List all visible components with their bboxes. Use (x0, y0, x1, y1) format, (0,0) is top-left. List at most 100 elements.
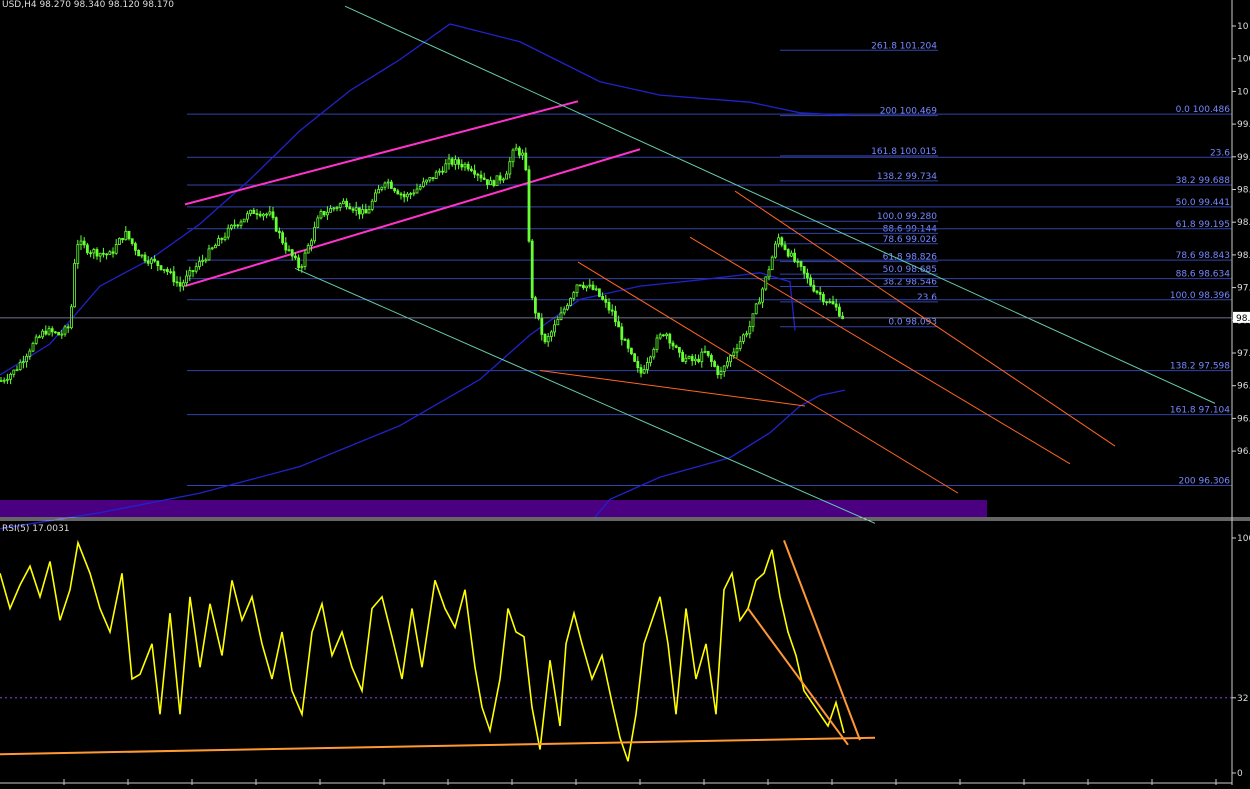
candle-body (21, 361, 25, 364)
candle-body (585, 285, 588, 289)
candle-body (102, 252, 105, 255)
candle-body (149, 258, 153, 264)
candle-body (281, 232, 285, 244)
current-price-label: 98. (1236, 314, 1250, 324)
candle-body (822, 293, 825, 303)
candle-body (655, 337, 659, 350)
candle-body (572, 292, 576, 299)
fib-left-label: 138.2 99.734 (877, 172, 937, 182)
fib-right-label: 161.8 97.104 (1170, 406, 1230, 416)
fib-left-label: 61.8 98.826 (883, 253, 938, 263)
candle-body (598, 288, 601, 297)
candle-body (764, 276, 768, 290)
price-tick-label: 98. (1237, 186, 1250, 196)
price-tick-label: 97. (1237, 284, 1250, 294)
candle-body (197, 261, 201, 267)
candle-body (159, 265, 163, 270)
candle-body (306, 245, 310, 254)
candle-body (239, 221, 243, 226)
price-tick-label: 99. (1237, 153, 1250, 163)
main-chart-title: USD,H4 98.270 98.340 98.120 98.170 (2, 0, 174, 10)
candle-body (482, 177, 486, 180)
candle-body (575, 284, 579, 294)
candle-body (444, 163, 448, 173)
candle-body (300, 266, 304, 268)
candle-body (780, 237, 784, 246)
candle-body (169, 271, 173, 274)
candle-body (649, 356, 652, 363)
candle-body (396, 190, 400, 195)
candle-body (646, 362, 649, 370)
candle-body (271, 211, 275, 219)
candle-body (284, 242, 288, 251)
price-tick-label: 96. (1237, 447, 1250, 457)
candle-body (89, 252, 92, 255)
candle-body (719, 371, 723, 375)
candle-body (322, 210, 326, 216)
candle-body (690, 356, 694, 362)
candle-body (309, 240, 313, 246)
candle-body (716, 365, 720, 375)
candle-body (783, 244, 787, 250)
candle-body (412, 192, 416, 195)
rsi-tick-label: 32 (1237, 694, 1248, 704)
candle-body (325, 211, 329, 216)
candle-body (348, 206, 352, 210)
candle-body (258, 213, 262, 217)
candle-body (729, 355, 732, 363)
candle-body (457, 159, 461, 165)
candle-body (47, 328, 51, 335)
candle-body (329, 208, 333, 213)
candle-body (393, 188, 397, 192)
candle-body (553, 324, 556, 333)
candle-body (415, 188, 419, 194)
candle-body (674, 345, 678, 348)
candle-body (825, 301, 828, 304)
candle-body (316, 217, 320, 228)
candle-body (607, 301, 611, 311)
candle-body (450, 158, 454, 165)
fib-right-label: 88.6 98.634 (1176, 270, 1231, 280)
highlight-band (0, 500, 987, 517)
candle-body (614, 310, 617, 323)
candle-body (630, 347, 633, 355)
candle-body (687, 356, 691, 359)
candle-body (121, 238, 124, 241)
fib-left-label: 200 100.469 (880, 107, 938, 117)
candle-body (370, 200, 374, 210)
candle-body (566, 304, 569, 310)
rsi-title: RSI(5) 17.0031 (2, 524, 70, 534)
candle-body (838, 306, 841, 317)
candle-body (233, 224, 237, 227)
candle-body (694, 358, 697, 362)
fib-right-label: 200 96.306 (1178, 476, 1230, 486)
candle-body (582, 284, 585, 289)
candle-body (790, 252, 793, 257)
candle-body (530, 240, 534, 299)
price-tick-label: 98. (1237, 218, 1250, 228)
price-tick-label: 96. (1237, 414, 1250, 424)
candle-body (137, 249, 141, 257)
candle-body (777, 237, 780, 245)
candle-body (313, 226, 317, 242)
candle-body (66, 326, 70, 329)
candle-body (485, 179, 489, 185)
candle-body (473, 170, 477, 175)
candle-body (770, 256, 774, 271)
candle-body (0, 380, 3, 382)
candle-body (185, 275, 189, 284)
candle-body (469, 168, 473, 172)
candle-body (146, 260, 150, 264)
fib-left-label: 50.0 98.685 (883, 265, 937, 275)
fib-left-label: 78.6 99.026 (883, 235, 938, 245)
candle-body (111, 251, 115, 254)
candle-body (521, 152, 524, 156)
fib-right-label: 78.6 98.843 (1176, 251, 1230, 261)
candle-body (357, 207, 361, 215)
candle-body (143, 254, 147, 262)
candle-body (508, 161, 512, 175)
candle-body (249, 209, 253, 215)
candle-body (591, 284, 595, 290)
candle-body (639, 367, 643, 374)
candle-body (754, 303, 758, 315)
